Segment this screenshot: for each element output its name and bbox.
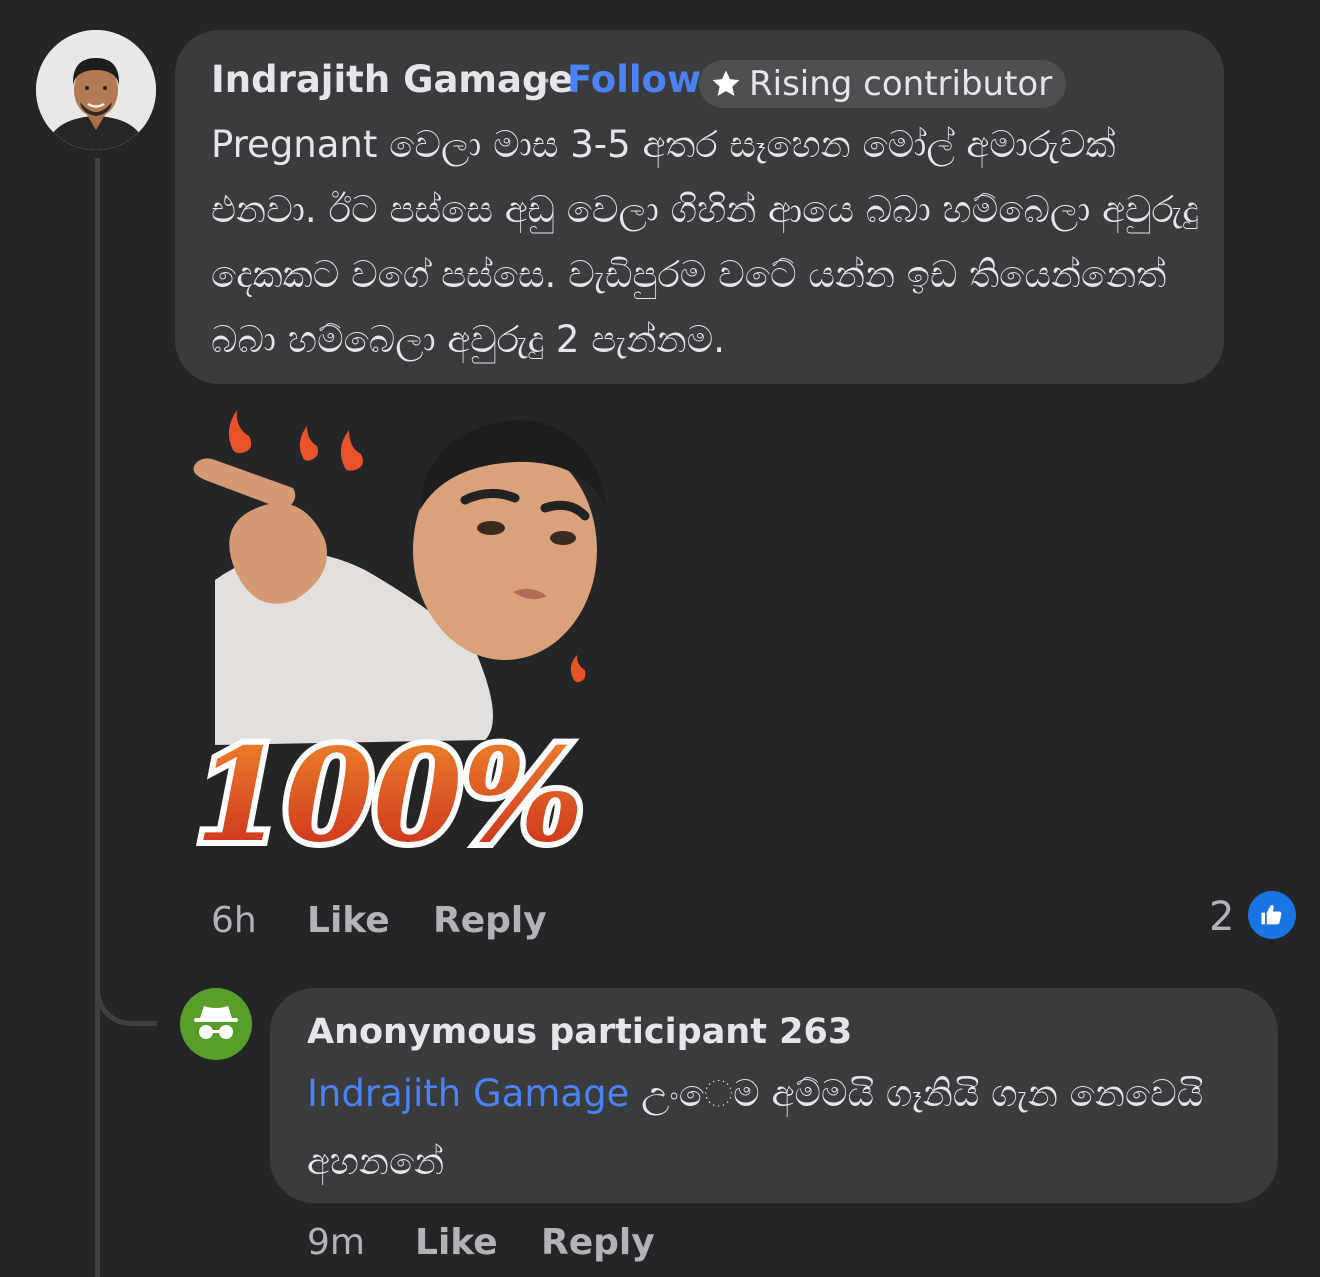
comment-author[interactable]: Indrajith Gamage [211,58,574,101]
like-thumb-icon [1261,904,1282,925]
comment-timestamp[interactable]: 6h [211,900,257,941]
sticker-illustration: 100% [189,410,607,877]
reaction-count[interactable]: 2 [1209,894,1234,940]
sticker-text: 100% [195,721,584,870]
reply-timestamp[interactable]: 9m [307,1222,365,1263]
thread-line [95,158,100,1277]
reply-author[interactable]: Anonymous participant 263 [307,1012,852,1052]
separator-dot: · [542,64,552,99]
like-button[interactable]: Like [307,900,390,941]
mention-link[interactable]: Indrajith Gamage [307,1072,629,1115]
avatar-photo [36,30,156,150]
thread-connector [95,958,157,1026]
rising-contributor-badge[interactable]: Rising contributor [699,60,1067,108]
badge-label: Rising contributor [749,64,1053,104]
follow-button[interactable]: Follow [567,58,701,101]
reply-reply-button[interactable]: Reply [541,1222,655,1263]
comment-text: Pregnant වෙලා මාස 3-5 අතර සෑහෙන මෝල් අමා… [211,123,1199,361]
anonymous-spy-icon [194,1006,238,1039]
reply-like-button[interactable]: Like [415,1222,498,1263]
like-reaction-icon[interactable] [1248,891,1296,939]
reply-button[interactable]: Reply [433,900,547,941]
anonymous-avatar[interactable] [180,988,252,1060]
reply-text-block: Indrajith Gamage උංෙම අම්මයි ගෑනියි ගැන … [307,1060,1257,1196]
avatar[interactable] [36,30,156,150]
sticker-image[interactable]: 100% [175,400,675,877]
star-icon [712,70,740,96]
